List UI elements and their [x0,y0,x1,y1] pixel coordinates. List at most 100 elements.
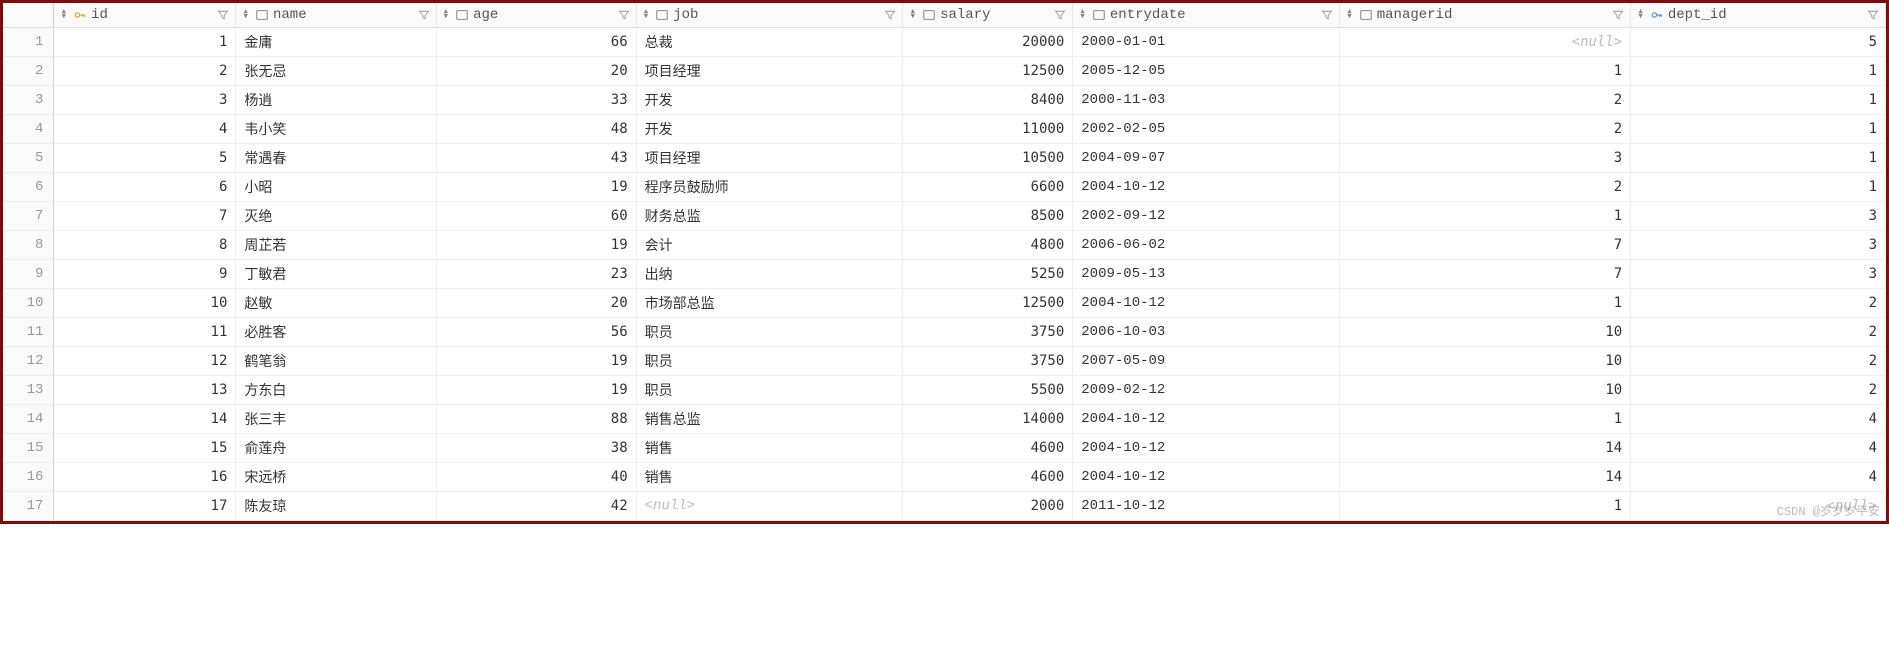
cell-id[interactable]: 5 [54,144,236,173]
cell-age[interactable]: 19 [436,376,636,405]
column-header-job[interactable]: ▴▾job [636,3,903,28]
table-row[interactable]: 1717陈友琼42<null>20002011-10-121<null> [3,492,1886,521]
filter-icon[interactable] [1612,9,1624,21]
cell-age[interactable]: 42 [436,492,636,521]
cell-managerid[interactable]: <null> [1340,28,1631,57]
cell-name[interactable]: 韦小笑 [236,115,436,144]
cell-managerid[interactable]: 10 [1340,347,1631,376]
cell-job[interactable]: 项目经理 [636,144,903,173]
cell-age[interactable]: 33 [436,86,636,115]
cell-job[interactable]: 销售总监 [636,405,903,434]
cell-entrydate[interactable]: 2006-10-03 [1073,318,1340,347]
cell-salary[interactable]: 4800 [903,231,1073,260]
cell-dept_id[interactable]: 4 [1631,463,1886,492]
cell-job[interactable]: 开发 [636,115,903,144]
cell-id[interactable]: 1 [54,28,236,57]
cell-entrydate[interactable]: 2000-11-03 [1073,86,1340,115]
cell-dept_id[interactable]: 4 [1631,405,1886,434]
cell-name[interactable]: 宋远桥 [236,463,436,492]
column-header-salary[interactable]: ▴▾salary [903,3,1073,28]
row-number[interactable]: 5 [3,144,54,173]
cell-job[interactable]: 市场部总监 [636,289,903,318]
cell-salary[interactable]: 8400 [903,86,1073,115]
cell-salary[interactable]: 12500 [903,57,1073,86]
row-number[interactable]: 12 [3,347,54,376]
cell-name[interactable]: 灭绝 [236,202,436,231]
cell-name[interactable]: 杨逍 [236,86,436,115]
cell-managerid[interactable]: 1 [1340,492,1631,521]
cell-name[interactable]: 周芷若 [236,231,436,260]
cell-id[interactable]: 3 [54,86,236,115]
table-row[interactable]: 1414张三丰88销售总监140002004-10-1214 [3,405,1886,434]
cell-entrydate[interactable]: 2007-05-09 [1073,347,1340,376]
cell-entrydate[interactable]: 2000-01-01 [1073,28,1340,57]
column-header-age[interactable]: ▴▾age [436,3,636,28]
cell-age[interactable]: 56 [436,318,636,347]
cell-entrydate[interactable]: 2002-09-12 [1073,202,1340,231]
sort-icon[interactable]: ▴▾ [443,10,450,20]
cell-salary[interactable]: 3750 [903,347,1073,376]
table-row[interactable]: 1313方东白19职员55002009-02-12102 [3,376,1886,405]
cell-salary[interactable]: 6600 [903,173,1073,202]
row-number[interactable]: 1 [3,28,54,57]
table-row[interactable]: 1616宋远桥40销售46002004-10-12144 [3,463,1886,492]
sort-icon[interactable]: ▴▾ [1637,10,1644,20]
cell-entrydate[interactable]: 2004-10-12 [1073,173,1340,202]
row-number[interactable]: 8 [3,231,54,260]
cell-id[interactable]: 10 [54,289,236,318]
cell-name[interactable]: 常遇春 [236,144,436,173]
filter-icon[interactable] [1321,9,1333,21]
table-row[interactable]: 11金庸66总裁200002000-01-01<null>5 [3,28,1886,57]
cell-job[interactable]: 开发 [636,86,903,115]
cell-id[interactable]: 17 [54,492,236,521]
filter-icon[interactable] [618,9,630,21]
cell-id[interactable]: 2 [54,57,236,86]
cell-id[interactable]: 16 [54,463,236,492]
cell-job[interactable]: 总裁 [636,28,903,57]
table-row[interactable]: 55常遇春43项目经理105002004-09-0731 [3,144,1886,173]
cell-age[interactable]: 43 [436,144,636,173]
cell-id[interactable]: 6 [54,173,236,202]
column-header-name[interactable]: ▴▾name [236,3,436,28]
cell-name[interactable]: 小昭 [236,173,436,202]
row-number[interactable]: 3 [3,86,54,115]
cell-dept_id[interactable]: 1 [1631,173,1886,202]
filter-icon[interactable] [1867,9,1879,21]
cell-entrydate[interactable]: 2004-10-12 [1073,463,1340,492]
table-row[interactable]: 77灭绝60财务总监85002002-09-1213 [3,202,1886,231]
cell-name[interactable]: 陈友琼 [236,492,436,521]
cell-age[interactable]: 20 [436,57,636,86]
row-number[interactable]: 13 [3,376,54,405]
cell-managerid[interactable]: 1 [1340,57,1631,86]
sort-icon[interactable]: ▴▾ [242,10,249,20]
cell-age[interactable]: 23 [436,260,636,289]
cell-job[interactable]: 职员 [636,376,903,405]
cell-salary[interactable]: 10500 [903,144,1073,173]
cell-age[interactable]: 38 [436,434,636,463]
row-number[interactable]: 6 [3,173,54,202]
cell-dept_id[interactable]: 2 [1631,318,1886,347]
sort-icon[interactable]: ▴▾ [1079,10,1086,20]
cell-dept_id[interactable]: 3 [1631,260,1886,289]
table-row[interactable]: 1212鹤笔翁19职员37502007-05-09102 [3,347,1886,376]
cell-entrydate[interactable]: 2004-10-12 [1073,434,1340,463]
cell-managerid[interactable]: 7 [1340,260,1631,289]
cell-job[interactable]: 财务总监 [636,202,903,231]
cell-job[interactable]: <null> [636,492,903,521]
filter-icon[interactable] [884,9,896,21]
cell-id[interactable]: 9 [54,260,236,289]
cell-managerid[interactable]: 2 [1340,173,1631,202]
row-number[interactable]: 9 [3,260,54,289]
cell-entrydate[interactable]: 2005-12-05 [1073,57,1340,86]
sort-icon[interactable]: ▴▾ [909,10,916,20]
cell-salary[interactable]: 2000 [903,492,1073,521]
cell-age[interactable]: 48 [436,115,636,144]
cell-salary[interactable]: 20000 [903,28,1073,57]
row-number[interactable]: 7 [3,202,54,231]
cell-managerid[interactable]: 10 [1340,376,1631,405]
table-row[interactable]: 99丁敏君23出纳52502009-05-1373 [3,260,1886,289]
row-number[interactable]: 14 [3,405,54,434]
cell-id[interactable]: 11 [54,318,236,347]
cell-entrydate[interactable]: 2009-05-13 [1073,260,1340,289]
cell-salary[interactable]: 14000 [903,405,1073,434]
